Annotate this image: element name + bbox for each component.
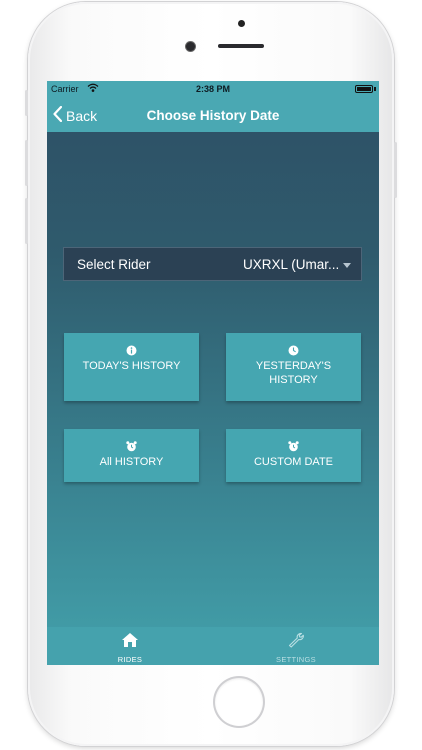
todays-history-button[interactable]: TODAY'S HISTORY	[64, 333, 199, 401]
yesterdays-history-label: YESTERDAY'S HISTORY	[255, 360, 332, 386]
house-icon	[47, 632, 213, 648]
select-rider-dropdown[interactable]: Select Rider UXRXL (Umar...	[63, 247, 362, 281]
status-time: 2:38 PM	[195, 84, 230, 94]
status-bar: Carrier 2:38 PM	[47, 81, 379, 99]
all-history-label: All HISTORY	[99, 456, 164, 468]
proximity-sensor	[238, 20, 245, 27]
alarm-clock-icon	[126, 441, 137, 452]
all-history-button[interactable]: All HISTORY	[64, 429, 199, 482]
yesterdays-history-button[interactable]: YESTERDAY'S HISTORY	[226, 333, 361, 401]
front-camera	[186, 42, 195, 51]
battery-icon	[355, 85, 373, 93]
battery-tip	[374, 87, 376, 91]
custom-date-button[interactable]: CUSTOM DATE	[226, 429, 361, 482]
tab-rides-label: RIDES	[117, 655, 143, 664]
mute-switch	[25, 90, 28, 116]
tab-settings[interactable]: SETTINGS	[213, 627, 379, 665]
caret-down-icon	[343, 263, 351, 268]
app-screen: Carrier 2:38 PM Back Choose History Date…	[47, 81, 379, 665]
custom-date-label: CUSTOM DATE	[253, 456, 334, 468]
volume-up-button	[25, 140, 28, 186]
home-button[interactable]	[215, 678, 263, 726]
clock-icon	[288, 345, 299, 356]
power-button	[394, 142, 397, 198]
wrench-icon	[213, 632, 379, 648]
navigation-bar: Back Choose History Date	[47, 99, 379, 132]
page-title: Choose History Date	[146, 108, 280, 123]
todays-history-label: TODAY'S HISTORY	[82, 360, 181, 372]
earpiece-speaker	[218, 44, 264, 48]
tab-settings-label: SETTINGS	[276, 655, 316, 664]
info-icon	[126, 345, 137, 356]
volume-down-button	[25, 198, 28, 244]
selected-rider-value: UXRXL (Umar...	[243, 257, 340, 272]
select-rider-label: Select Rider	[77, 257, 151, 272]
alarm-clock-icon	[288, 441, 299, 452]
tab-rides[interactable]: RIDES	[47, 627, 213, 665]
tab-bar: RIDES SETTINGS	[47, 627, 379, 665]
